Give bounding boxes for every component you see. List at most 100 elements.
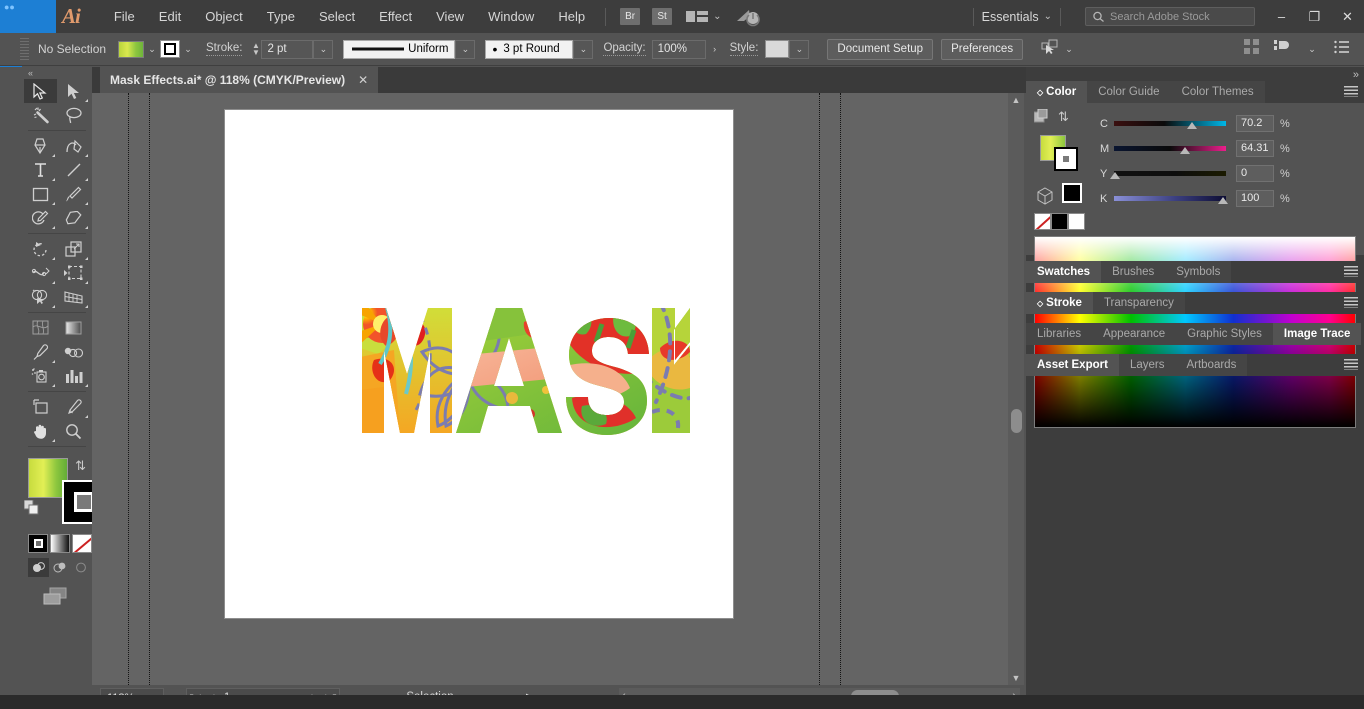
gradient-tool[interactable] <box>57 316 90 340</box>
close-button[interactable]: ✕ <box>1331 4 1364 29</box>
distribute-icon[interactable] <box>1274 39 1290 60</box>
distribute-chevron-down-icon[interactable]: ⌄ <box>1304 40 1320 58</box>
graphic-style-swatch[interactable] <box>765 40 790 58</box>
direct-selection-tool[interactable] <box>57 79 90 103</box>
opacity-label[interactable]: Opacity: <box>603 42 646 56</box>
stroke-weight-stepper[interactable]: ▲ ▼ <box>250 40 261 59</box>
minimize-button[interactable]: – <box>1265 4 1298 29</box>
bridge-button[interactable]: Br <box>620 8 641 25</box>
swap-fill-stroke-icon[interactable]: ⇅ <box>1058 109 1069 128</box>
stroke-color-proxy[interactable] <box>1054 147 1078 171</box>
stroke-profile-selector[interactable]: Uniform <box>343 39 456 59</box>
tab-color[interactable]: ◇ Color <box>1026 81 1088 103</box>
mask-effects-artwork[interactable] <box>360 302 690 435</box>
slider-track-m[interactable] <box>1114 144 1226 154</box>
slice-tool[interactable] <box>57 395 90 419</box>
tab-libraries[interactable]: Libraries <box>1026 323 1093 345</box>
color-cube-icon[interactable] <box>1036 187 1054 210</box>
magic-wand-tool[interactable] <box>24 103 57 127</box>
perspective-grid-tool[interactable] <box>57 285 90 309</box>
tab-graphic-styles[interactable]: Graphic Styles <box>1176 323 1273 345</box>
shape-builder-tool[interactable] <box>24 285 57 309</box>
tab-stroke[interactable]: ◇ Stroke <box>1026 292 1093 314</box>
slider-track-y[interactable] <box>1110 169 1226 179</box>
panel-menu-icon[interactable] <box>1344 297 1358 308</box>
align-icon[interactable] <box>1244 38 1260 60</box>
select-similar-objects-icon[interactable] <box>1041 39 1061 60</box>
shaper-tool[interactable] <box>24 206 57 230</box>
menu-item-window[interactable]: Window <box>476 0 546 33</box>
canvas-scroll-thumb[interactable] <box>1011 409 1022 433</box>
scroll-up-icon[interactable]: ▲ <box>1008 95 1024 105</box>
line-segment-tool[interactable] <box>57 158 90 182</box>
white-swatch[interactable] <box>1068 213 1085 230</box>
fill-chevron-down-icon[interactable]: ⌄ <box>144 40 160 58</box>
search-input[interactable]: Search Adobe Stock <box>1085 7 1255 26</box>
selection-tool[interactable] <box>24 79 57 103</box>
tab-image-trace[interactable]: Image Trace <box>1272 323 1362 345</box>
tab-artboards[interactable]: Artboards <box>1175 354 1248 376</box>
channel-input-m[interactable]: 64.31 <box>1236 140 1274 157</box>
draw-normal-mode-button[interactable] <box>28 558 50 577</box>
panel-menu-icon[interactable] <box>1344 266 1358 277</box>
black-swatch[interactable] <box>1051 213 1068 230</box>
style-label[interactable]: Style: <box>729 42 759 56</box>
workspace-switcher[interactable]: Essentials <box>982 10 1039 24</box>
tools-panel-collapse-icon[interactable]: « <box>22 67 92 79</box>
fill-stroke-proxy-icon[interactable] <box>1033 108 1048 128</box>
rotate-tool[interactable] <box>24 237 57 261</box>
gradient-mode-button[interactable] <box>50 534 70 553</box>
none-swatch[interactable] <box>1034 213 1051 230</box>
opacity-input[interactable]: 100% <box>651 39 706 59</box>
brush-chevron-down-icon[interactable]: ⌄ <box>573 39 594 59</box>
channel-input-c[interactable]: 70.2 <box>1236 115 1274 132</box>
more-options-icon[interactable] <box>1334 40 1350 59</box>
column-graph-tool[interactable] <box>57 364 90 388</box>
creative-cloud-icon[interactable] <box>735 7 761 27</box>
zoom-tool[interactable] <box>57 419 90 443</box>
type-tool[interactable] <box>24 158 57 182</box>
stroke-profile-chevron-down-icon[interactable]: ⌄ <box>455 39 476 59</box>
stock-button[interactable]: St <box>652 8 673 25</box>
draw-behind-mode-button[interactable] <box>49 558 70 577</box>
menu-item-view[interactable]: View <box>424 0 476 33</box>
artboard-tool[interactable] <box>24 395 57 419</box>
change-screen-mode-icon[interactable] <box>22 586 92 606</box>
scale-tool[interactable] <box>57 237 90 261</box>
default-fill-stroke-icon[interactable] <box>23 499 40 516</box>
stroke-weight-input[interactable]: 2 pt <box>261 39 314 59</box>
document-tab[interactable]: Mask Effects.ai* @ 118% (CMYK/Preview) ✕ <box>100 67 379 93</box>
hand-tool[interactable] <box>24 419 57 443</box>
tab-color-guide[interactable]: Color Guide <box>1087 81 1171 103</box>
menu-item-effect[interactable]: Effect <box>367 0 424 33</box>
tab-symbols[interactable]: Symbols <box>1165 261 1232 283</box>
eraser-tool[interactable] <box>57 206 90 230</box>
control-bar-gripper[interactable] <box>20 38 29 60</box>
channel-input-y[interactable]: 0 <box>1236 165 1274 182</box>
tab-appearance[interactable]: Appearance <box>1092 323 1177 345</box>
tab-layers[interactable]: Layers <box>1118 354 1176 376</box>
pen-tool[interactable] <box>24 134 57 158</box>
paintbrush-tool[interactable] <box>57 182 90 206</box>
color-mode-button[interactable] <box>28 534 48 553</box>
tab-asset-export[interactable]: Asset Export <box>1026 354 1119 376</box>
slider-track-k[interactable] <box>1114 194 1228 204</box>
eyedropper-tool[interactable] <box>24 340 57 364</box>
swap-fill-stroke-icon[interactable]: ⇅ <box>75 458 86 474</box>
maximize-button[interactable]: ❐ <box>1298 4 1331 29</box>
tab-color-themes[interactable]: Color Themes <box>1170 81 1265 103</box>
canvas-vertical-scrollbar[interactable]: ▲ ▼ <box>1008 93 1024 685</box>
tab-brushes[interactable]: Brushes <box>1101 261 1166 283</box>
stroke-color-swatch[interactable] <box>160 40 180 58</box>
menu-item-file[interactable]: File <box>102 0 147 33</box>
panel-menu-icon[interactable] <box>1344 359 1358 370</box>
slider-track-c[interactable] <box>1114 119 1226 129</box>
mesh-tool[interactable] <box>24 316 57 340</box>
tab-swatches[interactable]: Swatches <box>1026 261 1102 283</box>
stroke-weight-label[interactable]: Stroke: <box>206 42 243 56</box>
panel-menu-icon[interactable] <box>1344 86 1358 97</box>
canvas-area[interactable]: ▲ ▼ <box>92 93 1024 685</box>
blend-tool[interactable] <box>57 340 90 364</box>
menu-item-help[interactable]: Help <box>546 0 597 33</box>
curvature-tool[interactable] <box>57 134 90 158</box>
